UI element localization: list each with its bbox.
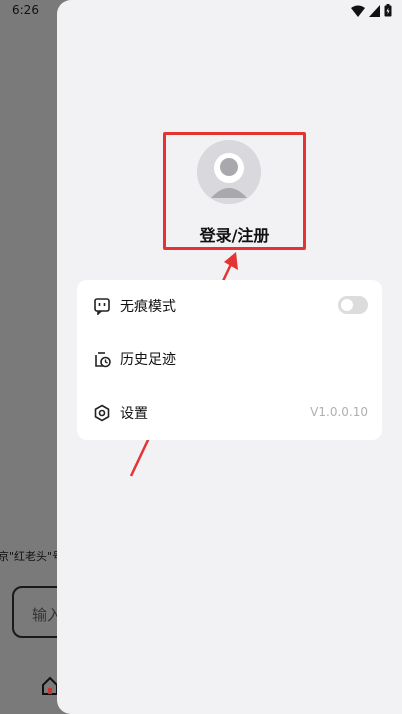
login-register-link[interactable]: 登录/注册 [163,222,306,246]
user-avatar-icon [197,140,261,204]
incognito-toggle[interactable] [338,296,368,314]
gear-icon [94,404,110,422]
signal-icon [369,4,380,17]
wifi-icon [351,5,365,17]
status-time: 6:26 [12,3,39,17]
version-text: V1.0.0.10 [310,405,368,419]
history-icon [95,352,111,368]
menu-card: 无痕模式 历史足迹 设置 V1.0.0.10 [77,280,382,440]
menu-item-settings[interactable]: 设置 V1.0.0.10 [77,394,382,434]
menu-item-incognito[interactable]: 无痕模式 [77,287,382,327]
incognito-label: 无痕模式 [120,299,176,315]
avatar[interactable] [197,140,261,204]
status-icons [351,4,392,17]
settings-label: 设置 [120,406,148,422]
background-text-snippet: 京"红老头"号 [0,550,64,563]
menu-item-history[interactable]: 历史足迹 [77,340,382,380]
toggle-knob [341,299,353,311]
battery-icon [384,4,392,17]
incognito-icon [94,298,110,315]
history-label: 历史足迹 [120,352,176,368]
